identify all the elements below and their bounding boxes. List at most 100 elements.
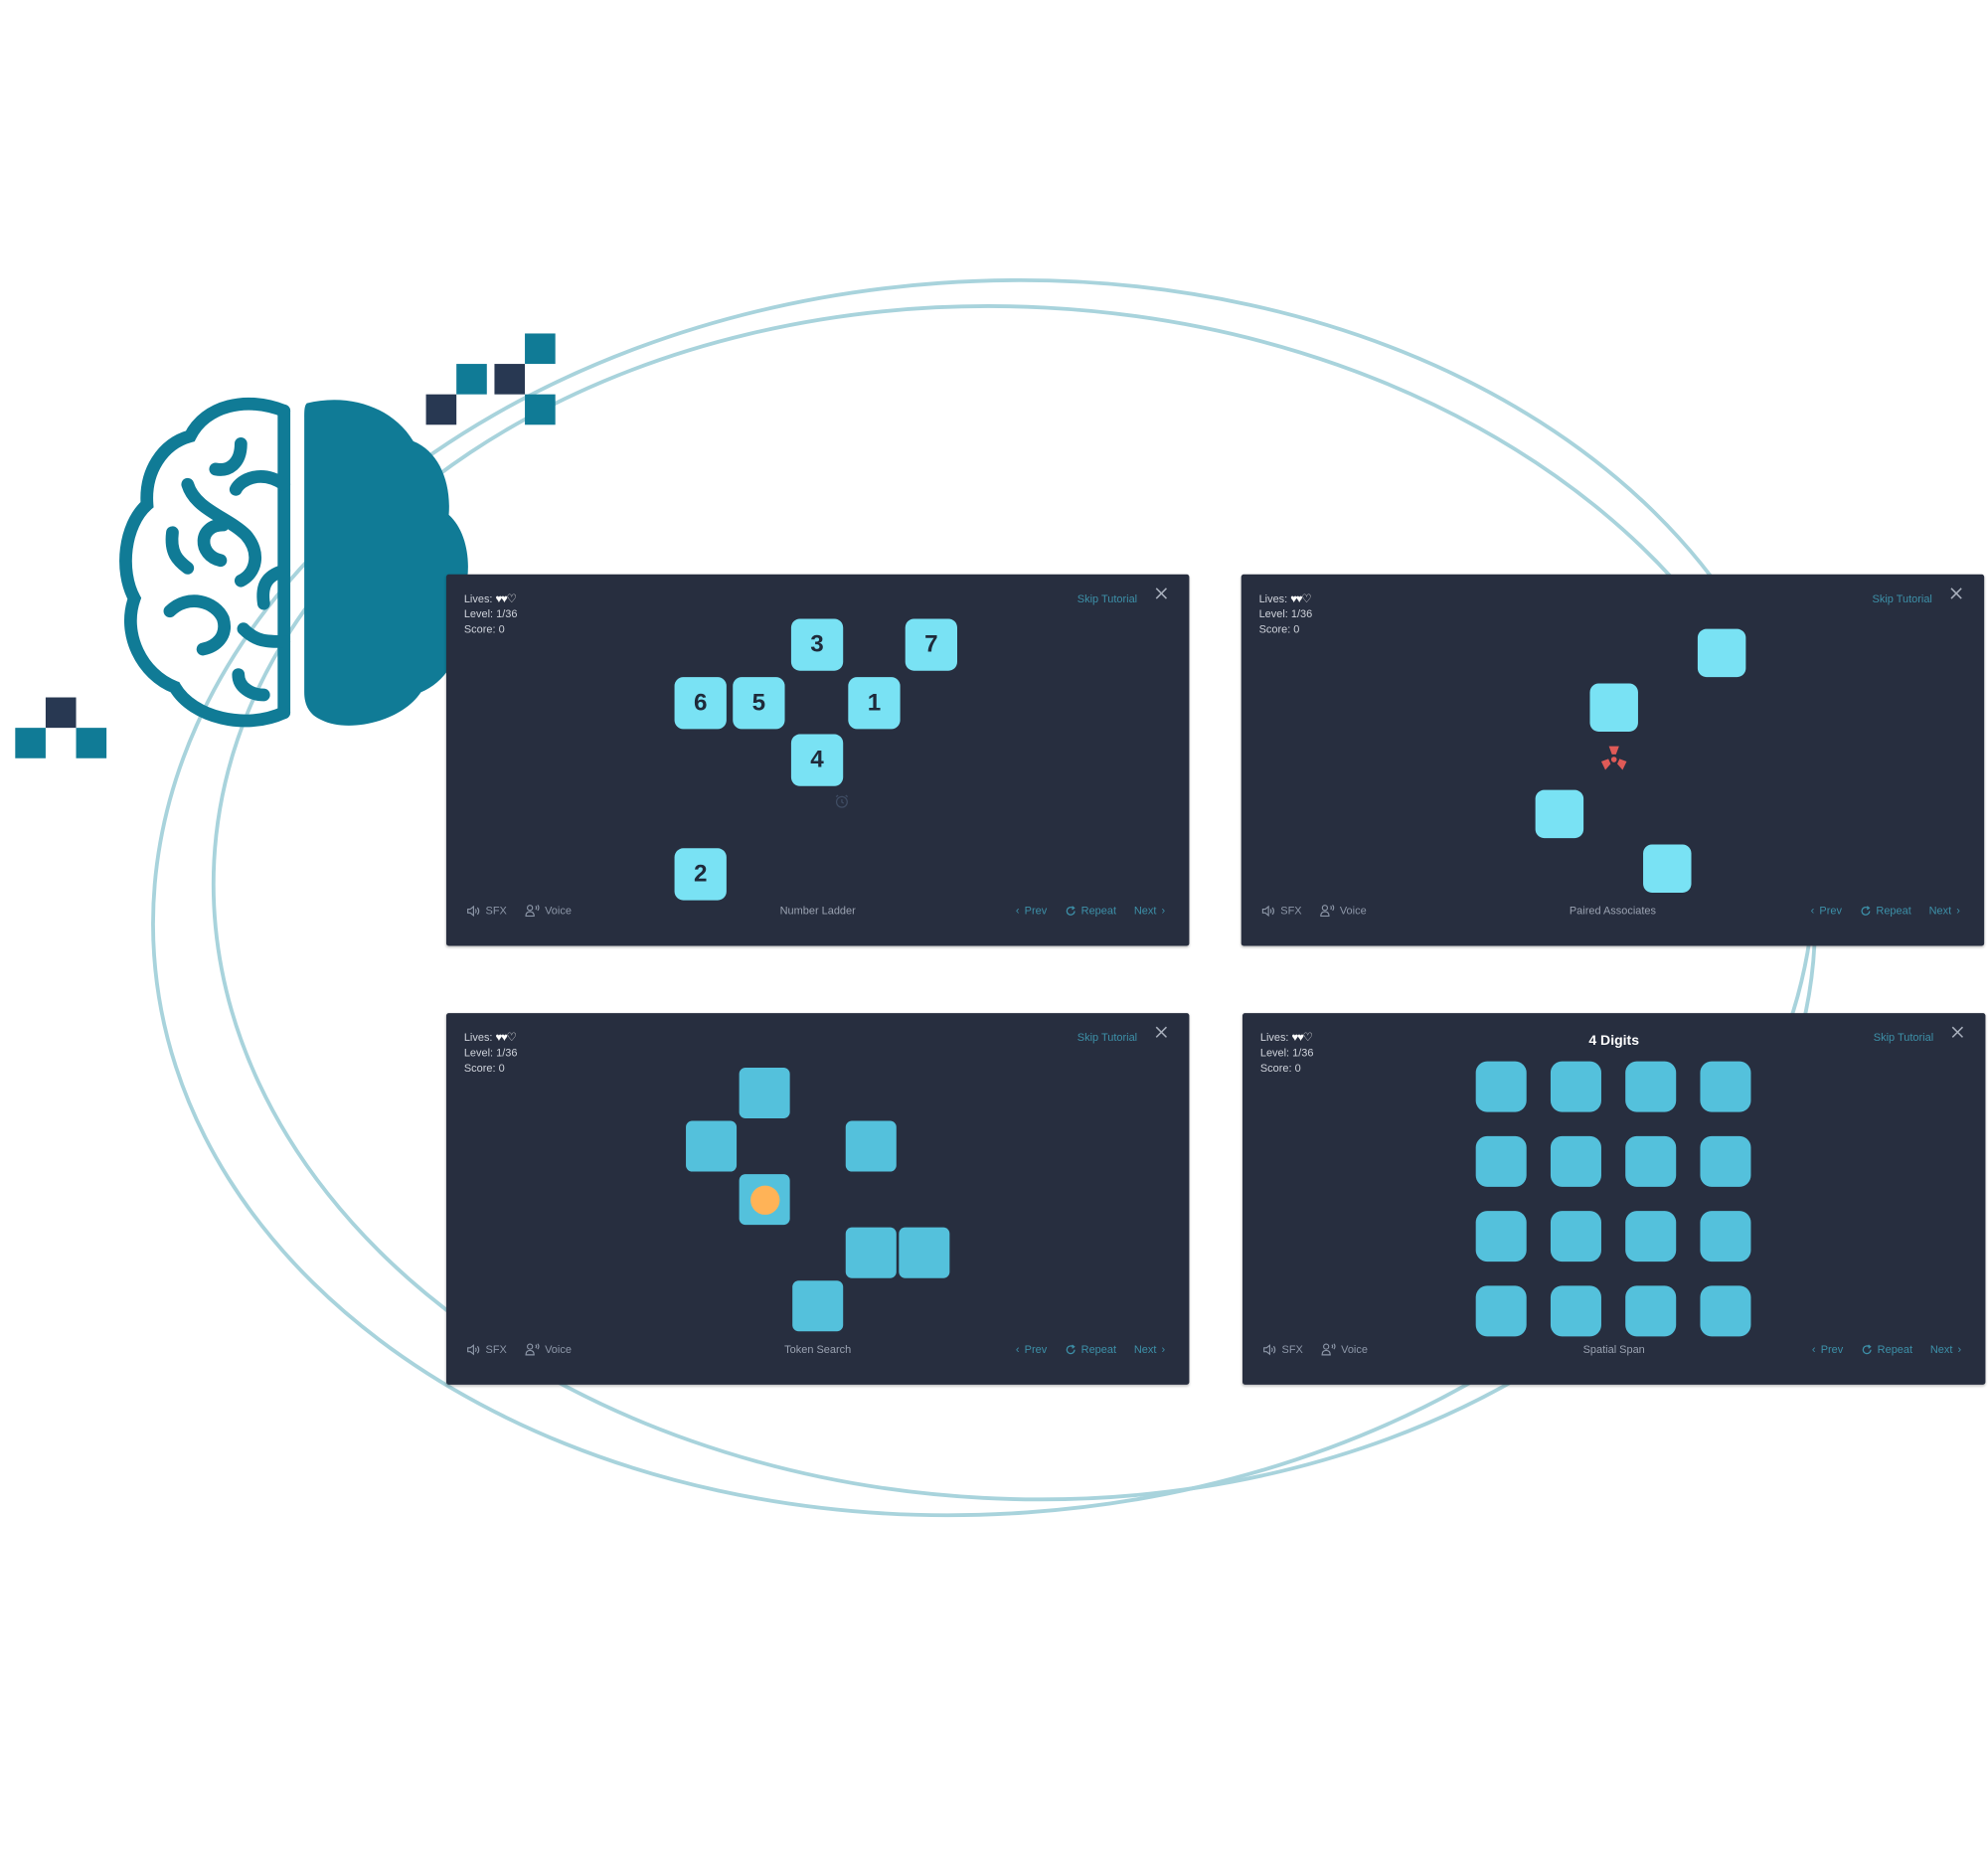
game-panel-token-search: Lives: ♥♥♡ Level: 1/36 Score: 0 Skip Tut…	[445, 1013, 1190, 1385]
grid-tile[interactable]	[1550, 1211, 1601, 1263]
level-value: 1/36	[1290, 607, 1313, 620]
grid-tile[interactable]	[1700, 1285, 1751, 1337]
repeat-icon	[1066, 1343, 1076, 1354]
next-button[interactable]: Next ›	[1134, 904, 1165, 917]
panel-footer: SFX Voice Spatial Span ‹ Prev Repeat Next…	[1242, 1343, 1985, 1361]
chevron-left-icon: ‹	[1810, 904, 1815, 918]
stats: Lives: ♥♥♡ Level: 1/36 Score: 0	[464, 1030, 518, 1077]
repeat-label: Repeat	[1877, 1342, 1913, 1356]
memory-tile[interactable]	[1589, 683, 1638, 732]
token-box[interactable]	[899, 1227, 950, 1278]
prev-label: Prev	[1024, 904, 1048, 918]
chevron-right-icon: ›	[1161, 1342, 1166, 1356]
grid-tile[interactable]	[1550, 1135, 1601, 1187]
score-label: Score:	[1258, 622, 1291, 636]
skip-tutorial-button[interactable]: Skip Tutorial	[1874, 1031, 1933, 1044]
repeat-label: Repeat	[1876, 904, 1911, 918]
level-label: Level:	[1258, 607, 1288, 620]
token-box[interactable]	[792, 1280, 844, 1332]
lives-hearts-icon: ♥♥♡	[1290, 591, 1311, 605]
lives-label: Lives:	[463, 591, 493, 605]
grid-tile[interactable]	[1475, 1135, 1527, 1187]
chevron-left-icon: ‹	[1811, 1342, 1816, 1356]
prev-button[interactable]: ‹ Prev	[1016, 1343, 1047, 1356]
memory-tile[interactable]	[1643, 844, 1692, 893]
prev-button[interactable]: ‹ Prev	[1016, 904, 1047, 917]
grid-tile[interactable]	[1625, 1211, 1677, 1263]
number-tile[interactable]: 6	[674, 677, 727, 730]
repeat-button[interactable]: Repeat	[1065, 1343, 1116, 1356]
prev-button[interactable]: ‹ Prev	[1811, 904, 1842, 917]
number-tile[interactable]: 5	[733, 677, 785, 730]
repeat-button[interactable]: Repeat	[1860, 904, 1911, 917]
grid-tile[interactable]	[1700, 1135, 1751, 1187]
game-panel-spatial-span: Lives: ♥♥♡ Level: 1/36 Score: 0 4 Digits…	[1242, 1013, 1986, 1385]
grid-tile[interactable]	[1700, 1061, 1751, 1112]
chevron-right-icon: ›	[1957, 1342, 1962, 1356]
pixel-square	[494, 364, 526, 395]
grid-tile[interactable]	[1625, 1135, 1677, 1187]
pixel-square	[76, 728, 107, 758]
next-button[interactable]: Next ›	[1930, 1343, 1961, 1356]
repeat-label: Repeat	[1080, 1342, 1117, 1356]
panel-footer: SFX Voice Paired Associates ‹ Prev Repeat…	[1242, 904, 1984, 922]
token-box[interactable]	[739, 1174, 790, 1226]
memory-tile[interactable]	[1697, 628, 1746, 678]
next-label: Next	[1928, 904, 1952, 918]
score-label: Score:	[463, 1062, 496, 1075]
number-tile[interactable]: 7	[905, 618, 958, 671]
grid-tile[interactable]	[1550, 1061, 1601, 1112]
score-value: 0	[498, 622, 505, 636]
number-tile[interactable]: 4	[790, 734, 844, 786]
number-tile[interactable]: 1	[848, 677, 901, 730]
memory-tile[interactable]	[1535, 789, 1584, 839]
token-box[interactable]	[845, 1120, 897, 1172]
grid-tile[interactable]	[1475, 1061, 1527, 1112]
prev-label: Prev	[1819, 904, 1842, 918]
close-icon[interactable]	[1155, 1026, 1170, 1041]
chevron-left-icon: ‹	[1015, 904, 1020, 918]
number-tile[interactable]: 3	[790, 618, 844, 671]
skip-tutorial-button[interactable]: Skip Tutorial	[1873, 592, 1932, 605]
stage: Lives: ♥♥♡ Level: 1/36 Score: 0 Skip Tut…	[0, 0, 1988, 1853]
token-box[interactable]	[845, 1227, 897, 1278]
repeat-button[interactable]: Repeat	[1861, 1343, 1912, 1356]
prev-label: Prev	[1024, 1342, 1048, 1356]
pixel-square	[456, 364, 487, 395]
brain-icon	[119, 397, 468, 728]
next-button[interactable]: Next ›	[1134, 1343, 1165, 1356]
grid-tile[interactable]	[1550, 1285, 1601, 1337]
token-box[interactable]	[739, 1067, 790, 1118]
score-label: Score:	[463, 622, 496, 636]
lives-hearts-icon: ♥♥♡	[495, 1030, 517, 1044]
grid-tile[interactable]	[1475, 1285, 1527, 1337]
close-icon[interactable]	[1951, 1026, 1966, 1041]
repeat-button[interactable]: Repeat	[1065, 904, 1116, 917]
number-tile[interactable]: 2	[674, 848, 727, 901]
lives-hearts-icon: ♥♥♡	[495, 591, 517, 605]
game-panel-number-ladder: Lives: ♥♥♡ Level: 1/36 Score: 0 Skip Tut…	[445, 574, 1190, 946]
level-label: Level:	[463, 1046, 494, 1060]
token-box[interactable]	[686, 1120, 738, 1172]
close-icon[interactable]	[1155, 588, 1170, 602]
skip-tutorial-button[interactable]: Skip Tutorial	[1077, 592, 1137, 605]
close-icon[interactable]	[1950, 588, 1965, 602]
skip-tutorial-button[interactable]: Skip Tutorial	[1077, 1031, 1137, 1044]
grid-tile[interactable]	[1625, 1285, 1677, 1337]
next-label: Next	[1929, 1342, 1953, 1356]
score-value: 0	[498, 1062, 505, 1075]
chevron-right-icon: ›	[1161, 904, 1166, 918]
repeat-icon	[1862, 1343, 1872, 1354]
grid-tile[interactable]	[1625, 1061, 1677, 1112]
grid-tile[interactable]	[1700, 1211, 1751, 1263]
prev-label: Prev	[1820, 1342, 1844, 1356]
chevron-left-icon: ‹	[1015, 1342, 1020, 1356]
repeat-icon	[1861, 905, 1871, 916]
token-dot	[749, 1184, 779, 1215]
prev-button[interactable]: ‹ Prev	[1812, 1343, 1843, 1356]
radiation-icon	[1600, 746, 1627, 770]
next-button[interactable]: Next ›	[1929, 904, 1960, 917]
grid-tile[interactable]	[1475, 1211, 1527, 1263]
level-label: Level:	[463, 607, 494, 620]
level-value: 1/36	[496, 1046, 518, 1060]
